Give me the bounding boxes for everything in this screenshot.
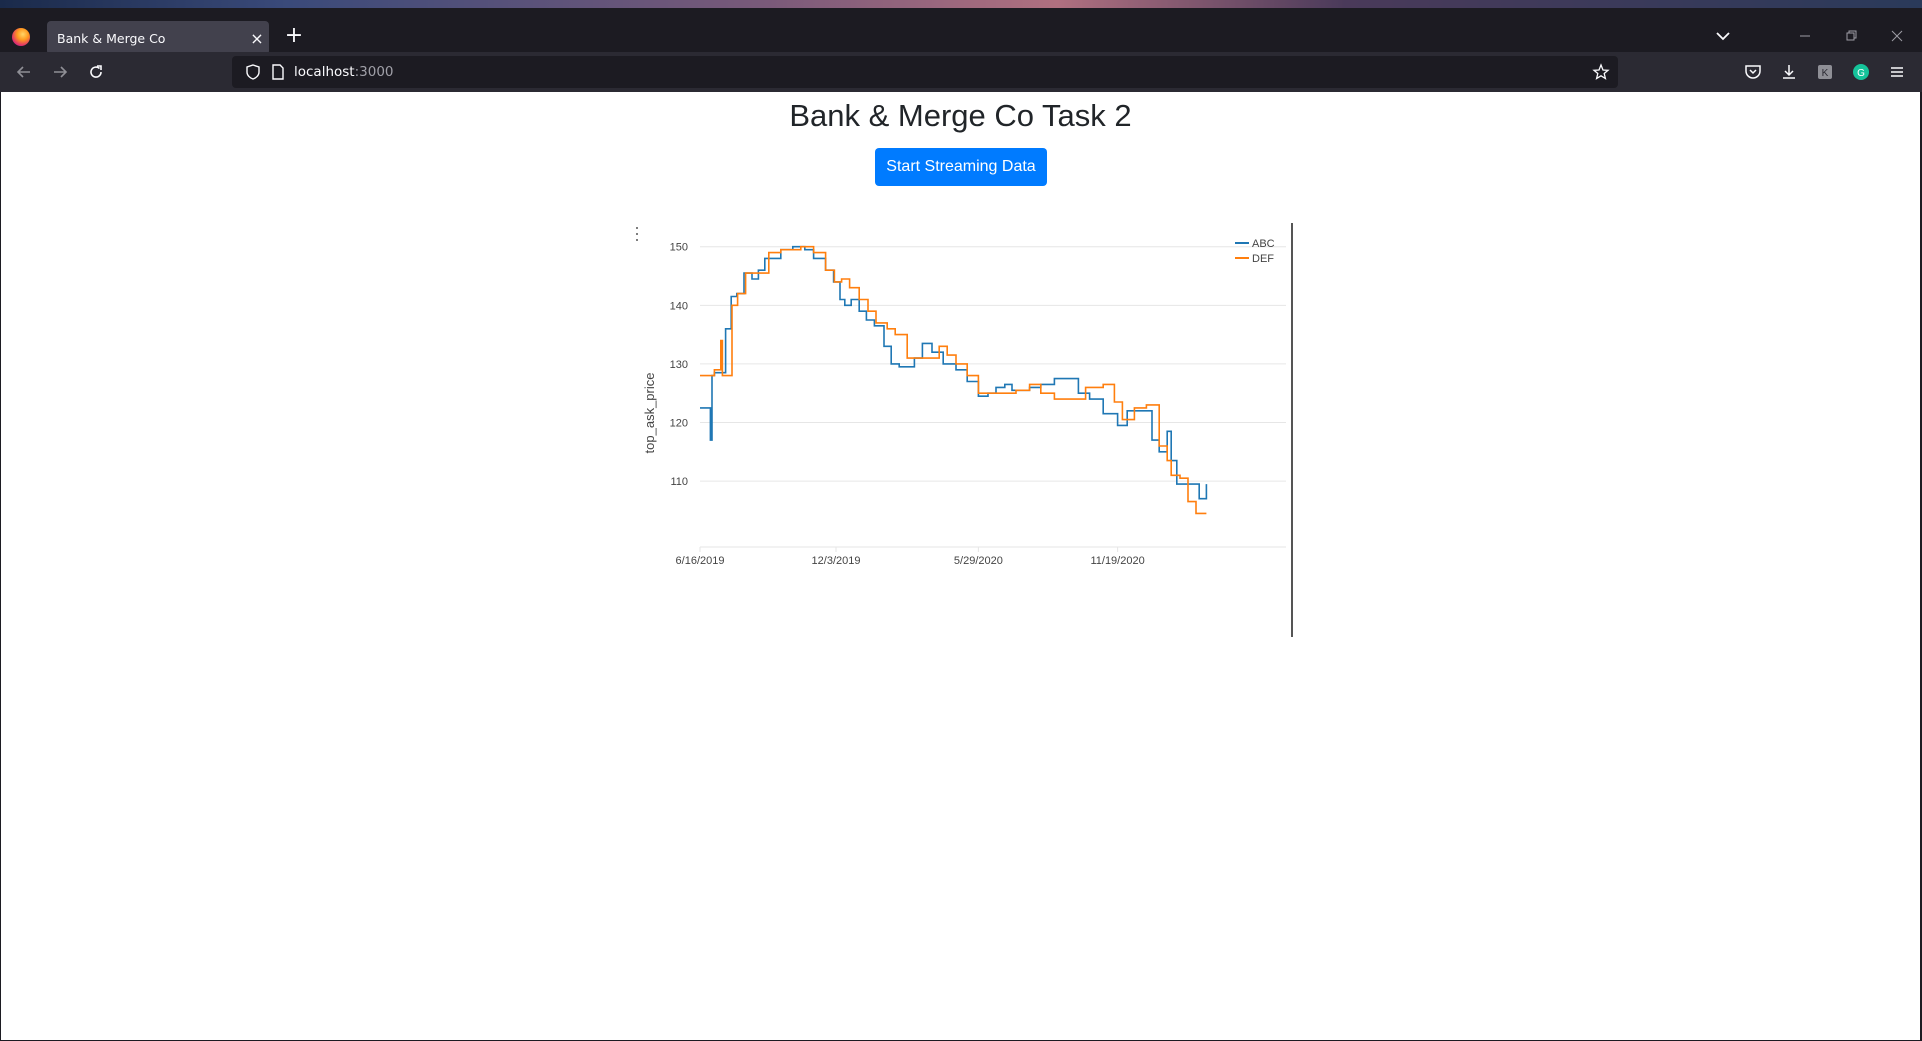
shield-icon[interactable] — [244, 63, 262, 81]
tab-bank-merge-co[interactable]: Bank & Merge Co × — [47, 21, 269, 55]
page-content: Bank & Merge Co Task 2 Start Streaming D… — [1, 92, 1920, 1040]
y-tick-label: 140 — [670, 300, 688, 312]
y-tick-label: 130 — [670, 359, 688, 371]
minimize-icon[interactable] — [1793, 24, 1817, 48]
pocket-icon[interactable] — [1743, 62, 1763, 82]
desktop-wallpaper-strip — [0, 0, 1922, 8]
menu-icon[interactable] — [1887, 62, 1907, 82]
x-tick-label: 11/19/2020 — [1090, 555, 1144, 567]
chart-gridlines — [700, 246, 1286, 548]
star-icon[interactable] — [1592, 63, 1610, 81]
restore-icon[interactable] — [1839, 24, 1863, 48]
chart-legend[interactable]: ABC DEF — [1235, 238, 1275, 265]
close-window-icon[interactable] — [1885, 24, 1909, 48]
extension-icon[interactable]: K — [1815, 62, 1835, 82]
legend-label-abc[interactable]: ABC — [1252, 238, 1275, 250]
url-text[interactable]: localhost:3000 — [294, 64, 394, 80]
svg-text:G: G — [1857, 68, 1865, 79]
y-tick-label: 110 — [670, 476, 688, 488]
price-chart: 110 120 130 140 150 6/16/2019 12/3/2019 5/29/2… — [628, 223, 1293, 637]
x-axis-ticks: 6/16/2019 12/3/2019 5/29/2020 11/19/2020 — [676, 547, 1145, 567]
page-icon[interactable] — [269, 63, 287, 81]
back-icon[interactable] — [12, 60, 36, 84]
start-streaming-button[interactable]: Start Streaming Data — [875, 148, 1047, 186]
chart-svg: 110 120 130 140 150 6/16/2019 12/3/2019 5/29/2… — [642, 238, 1286, 567]
plus-icon[interactable]: + — [282, 25, 306, 49]
navigation-toolbar: localhost:3000 K G — [0, 52, 1922, 92]
chart-series — [700, 245, 1208, 515]
download-icon[interactable] — [1779, 62, 1799, 82]
tab-title: Bank & Merge Co — [57, 30, 166, 46]
x-tick-label: 6/16/2019 — [676, 555, 725, 567]
firefox-logo-icon[interactable] — [12, 28, 30, 46]
address-bar[interactable]: localhost:3000 — [232, 56, 1618, 88]
chart-menu-icon[interactable] — [634, 227, 640, 241]
chart-right-border — [1291, 223, 1293, 637]
url-port: :3000 — [354, 64, 394, 80]
tab-strip: Bank & Merge Co × + — [0, 8, 1922, 55]
y-tick-label: 120 — [670, 418, 688, 430]
y-axis-ticks: 110 120 130 140 150 — [670, 242, 688, 488]
reload-icon[interactable] — [84, 60, 108, 84]
forward-icon[interactable] — [48, 60, 72, 84]
page-title: Bank & Merge Co Task 2 — [789, 98, 1132, 133]
url-host: localhost — [294, 64, 355, 80]
y-axis-label: top_ask_price — [642, 373, 657, 454]
legend-label-def[interactable]: DEF — [1252, 253, 1274, 265]
close-icon[interactable]: × — [245, 29, 269, 48]
grammarly-icon[interactable]: G — [1851, 62, 1871, 82]
series-line-def[interactable] — [700, 245, 1207, 515]
x-tick-label: 12/3/2019 — [812, 555, 861, 567]
svg-text:K: K — [1822, 68, 1829, 79]
x-tick-label: 5/29/2020 — [954, 555, 1003, 567]
chevron-down-icon[interactable] — [1713, 26, 1733, 46]
series-line-abc[interactable] — [700, 245, 1208, 500]
y-tick-label: 150 — [670, 242, 688, 254]
